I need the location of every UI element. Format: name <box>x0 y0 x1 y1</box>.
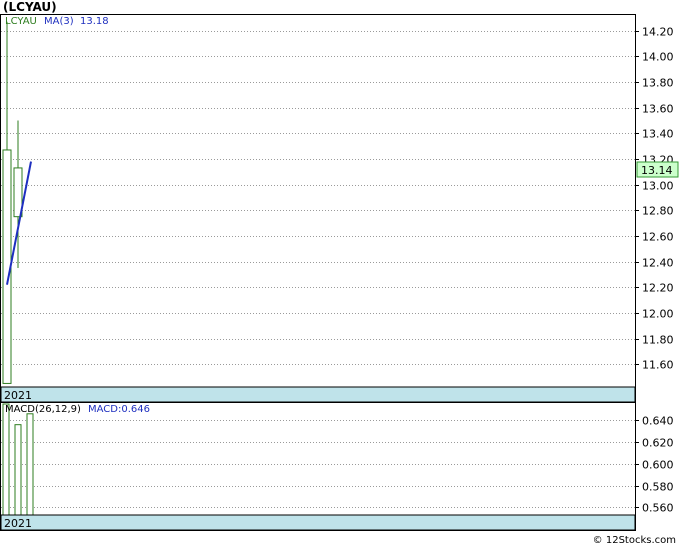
macd-tick-label: 0.560 <box>642 502 674 515</box>
price-tick-label: 12.60 <box>642 231 674 244</box>
macd-gridlines <box>1 420 635 508</box>
macd-bar <box>2 403 10 516</box>
chart-title: (LCYAU) <box>3 0 57 14</box>
stock-chart: (LCYAU) 11.60 11.80 12.00 12.20 12.40 12.60 12… <box>0 0 679 546</box>
macd-bar <box>26 413 34 516</box>
legend-symbol: LCYAU <box>5 16 37 27</box>
price-tick-label: 12.00 <box>642 308 674 321</box>
price-tick-label: 14.20 <box>642 26 674 39</box>
price-tick-label: 13.60 <box>642 103 674 116</box>
macd-tick-label: 0.620 <box>642 437 674 450</box>
price-tick-label: 13.00 <box>642 180 674 193</box>
legend-ma-label: MA(3) <box>44 16 74 27</box>
candles <box>2 21 23 384</box>
macd-axis-ticks: 0.560 0.580 0.600 0.620 0.640 <box>635 415 674 515</box>
macd-legend-value: MACD:0.646 <box>88 404 150 415</box>
macd-tick-label: 0.640 <box>642 415 674 428</box>
watermark: © 12Stocks.com <box>593 535 676 546</box>
price-gridlines <box>1 31 635 365</box>
price-tick-label: 12.40 <box>642 257 674 270</box>
macd-tick-label: 0.600 <box>642 459 674 472</box>
price-tick-label: 13.40 <box>642 128 674 141</box>
macd-legend-label: MACD(26,12,9) <box>5 404 81 415</box>
year-label-bottom: 2021 <box>4 517 32 530</box>
macd-tick-label: 0.580 <box>642 481 674 494</box>
price-tick-label: 11.60 <box>642 359 674 372</box>
price-tick-label: 13.80 <box>642 77 674 90</box>
macd-bars <box>2 403 34 516</box>
price-panel-frame <box>0 14 636 403</box>
price-tick-label: 14.00 <box>642 51 674 64</box>
macd-panel-frame <box>0 402 636 531</box>
year-label-top: 2021 <box>4 389 32 402</box>
year-band-bottom <box>0 514 636 531</box>
price-axis-ticks: 11.60 11.80 12.00 12.20 12.40 12.60 12.80 13.00… <box>635 26 674 372</box>
year-band-top <box>0 386 636 403</box>
macd-bar <box>14 424 22 516</box>
price-tick-label: 12.20 <box>642 282 674 295</box>
price-tick-label: 12.80 <box>642 205 674 218</box>
legend-ma-value: 13.18 <box>80 16 109 27</box>
price-tick-label: 11.80 <box>642 334 674 347</box>
last-price-value: 13.14 <box>641 164 673 177</box>
